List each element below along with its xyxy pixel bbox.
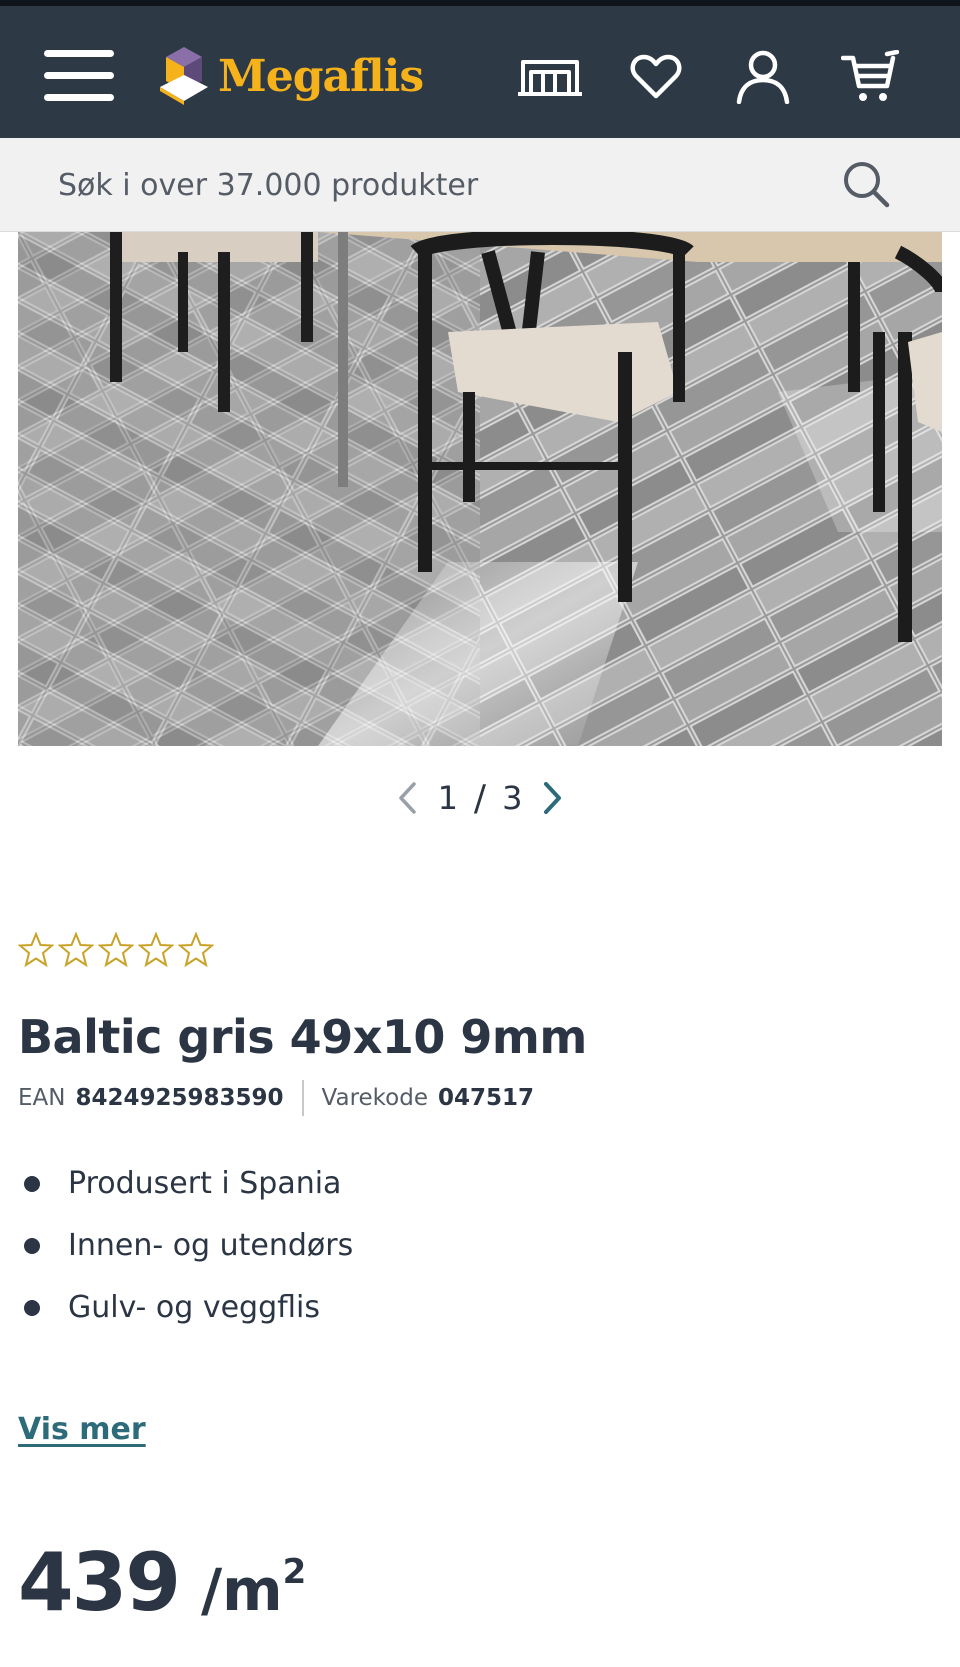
product-codes: EAN 8424925983590 Varekode 047517: [18, 1080, 534, 1116]
price-unit: /m2: [201, 1552, 306, 1624]
chevron-left-icon: [398, 782, 416, 814]
menu-icon-line: [44, 94, 114, 101]
cart-button[interactable]: [832, 46, 908, 108]
feature-text: Produsert i Spania: [68, 1166, 342, 1201]
star-outline-icon: [58, 932, 94, 968]
show-more-link[interactable]: Vis mer: [18, 1412, 146, 1447]
feature-item: Innen- og utendørs: [18, 1220, 353, 1282]
star-outline-icon: [138, 932, 174, 968]
search-icon: [844, 162, 890, 208]
brand-name: Megaflis: [218, 50, 424, 102]
product-title: Baltic gris 49x10 9mm: [18, 1010, 587, 1064]
ean-label: EAN: [18, 1085, 66, 1111]
rating-stars[interactable]: [18, 932, 214, 968]
price-amount: 439: [18, 1536, 181, 1629]
heart-icon: [630, 54, 682, 99]
pager-separator: /: [473, 777, 487, 819]
top-navigation-bar: Megaflis: [0, 0, 960, 138]
codes-divider: [301, 1080, 304, 1116]
price-unit-text: /m: [201, 1556, 283, 1624]
account-button[interactable]: [725, 46, 801, 108]
star-outline-icon: [18, 932, 54, 968]
image-pager: 1 / 3: [0, 770, 960, 826]
search-bar: [0, 138, 960, 232]
product-photo-floor-tiles: [18, 232, 942, 746]
cart-icon: [841, 50, 899, 101]
ean-value: 8424925983590: [75, 1085, 284, 1111]
menu-icon-line: [44, 72, 114, 79]
bullet-icon: [24, 1238, 40, 1254]
store-button[interactable]: [512, 46, 588, 108]
next-image-button[interactable]: [530, 775, 576, 821]
logo-cube-icon: [160, 47, 208, 105]
feature-text: Gulv- og veggflis: [68, 1290, 320, 1325]
brand-logo[interactable]: Megaflis: [158, 38, 424, 114]
bullet-icon: [24, 1176, 40, 1192]
search-input[interactable]: [40, 152, 820, 218]
feature-text: Innen- og utendørs: [68, 1228, 354, 1263]
feature-item: Gulv- og veggflis: [18, 1282, 353, 1344]
search-button[interactable]: [838, 156, 894, 212]
star-outline-icon: [98, 932, 134, 968]
feature-item: Produsert i Spania: [18, 1158, 353, 1220]
star-outline-icon: [178, 932, 214, 968]
sku-label: Varekode: [321, 1085, 428, 1111]
total-images-number: 3: [502, 779, 523, 817]
product-price: 439 /m2: [18, 1536, 306, 1629]
sku-value: 047517: [438, 1085, 535, 1111]
menu-icon-line: [44, 50, 114, 57]
current-image-number: 1: [437, 779, 458, 817]
bullet-icon: [24, 1300, 40, 1316]
menu-button[interactable]: [40, 46, 116, 106]
chevron-right-icon: [544, 782, 562, 814]
wishlist-button[interactable]: [618, 46, 694, 108]
product-image[interactable]: [18, 232, 942, 746]
price-unit-exponent: 2: [282, 1552, 307, 1592]
user-icon: [736, 50, 790, 104]
store-icon: [518, 60, 582, 96]
previous-image-button[interactable]: [384, 775, 430, 821]
product-features: Produsert i Spania Innen- og utendørs Gu…: [18, 1158, 353, 1344]
